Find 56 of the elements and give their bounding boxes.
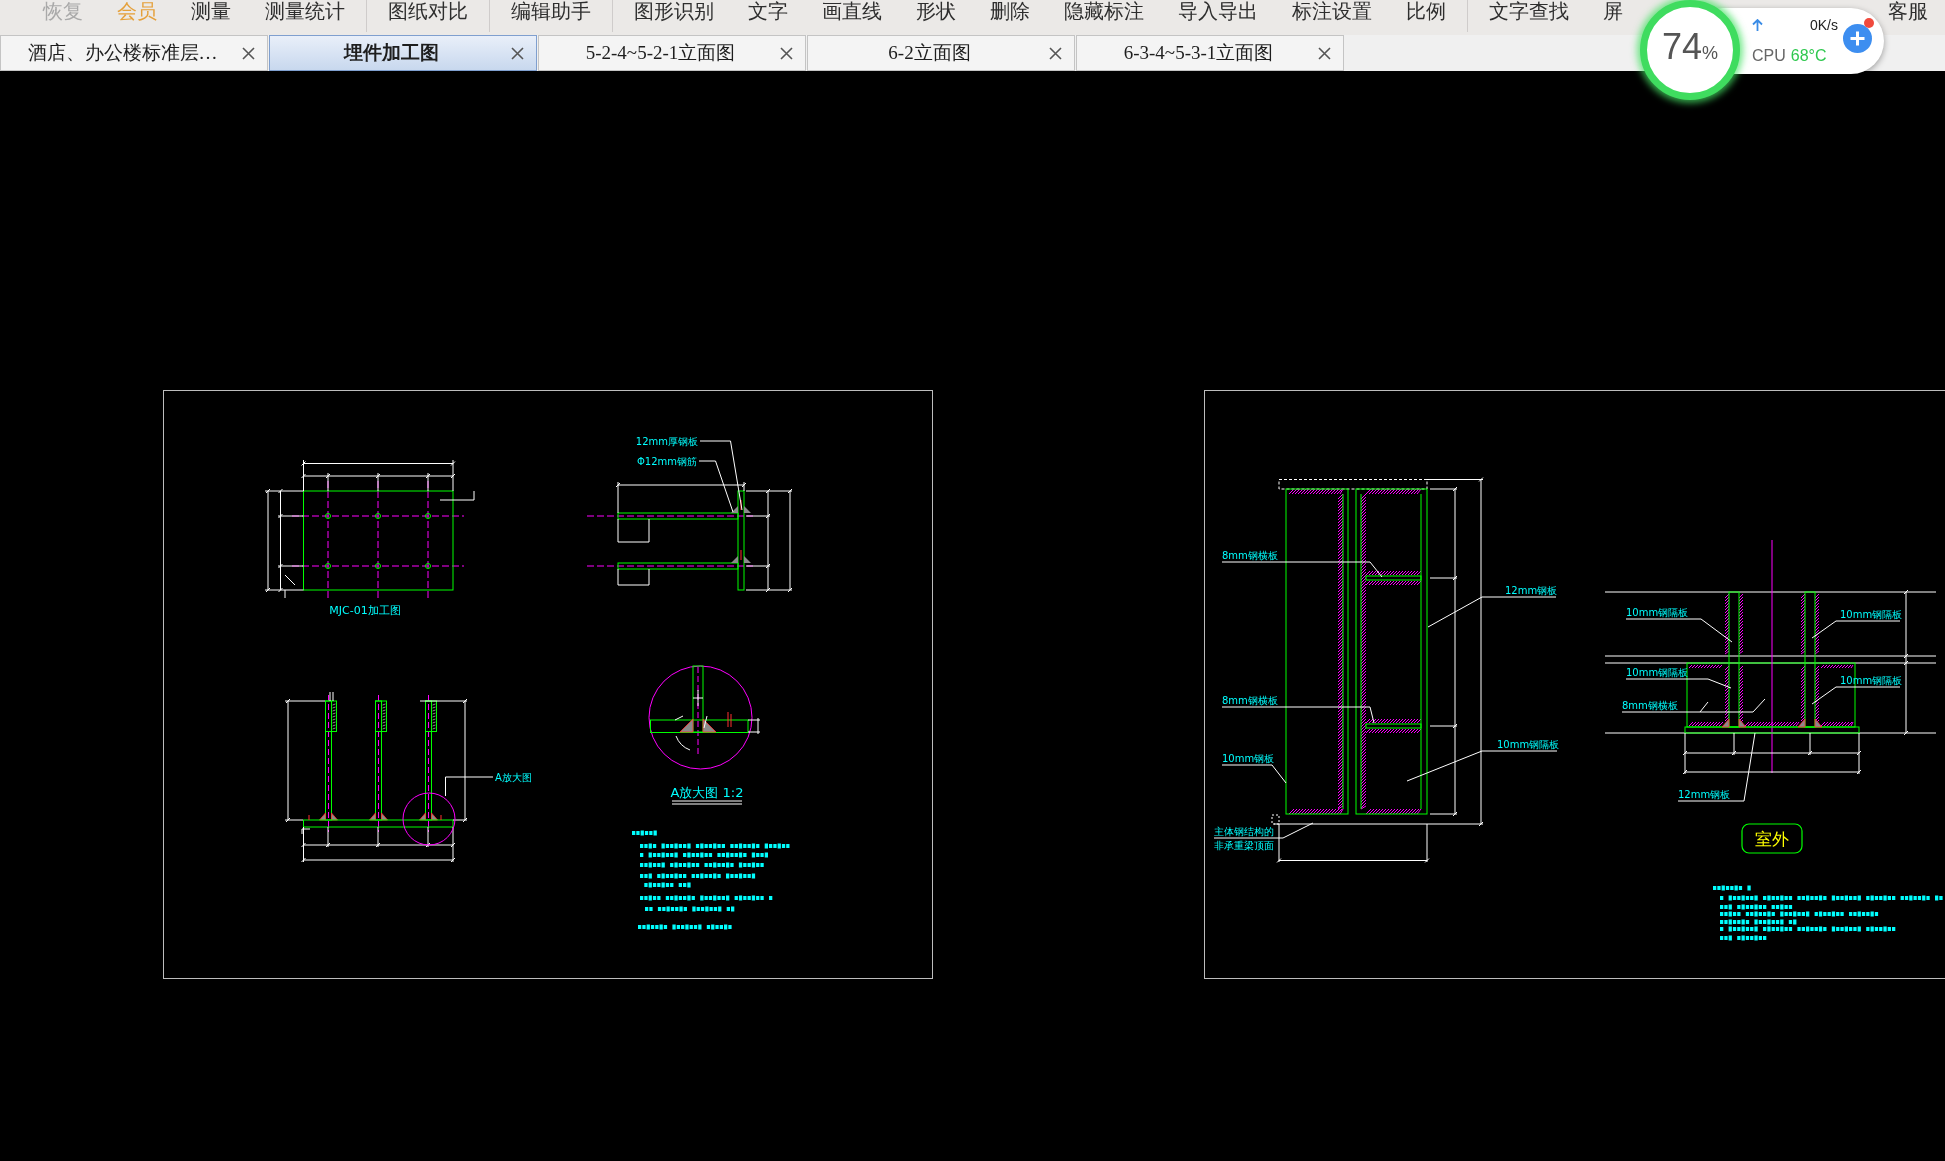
outdoor-label: 室外 bbox=[1755, 829, 1789, 849]
menu-item[interactable]: 文字 bbox=[748, 0, 788, 22]
close-icon[interactable] bbox=[1318, 46, 1331, 60]
menu-item[interactable]: 画直线 bbox=[822, 0, 882, 22]
callout-label: 12mm钢板 bbox=[1678, 789, 1731, 800]
callout-label: 10mm钢隔板 bbox=[1840, 675, 1903, 686]
leader-line bbox=[699, 440, 743, 511]
callout-label: A放大图 bbox=[495, 772, 532, 783]
document-tab[interactable]: 酒店、办公楼标准层… bbox=[0, 35, 268, 71]
menu-item[interactable]: 形状 bbox=[916, 0, 956, 22]
menu-item[interactable]: 编辑助手 bbox=[511, 0, 591, 22]
document-tab[interactable]: 6-2立面图 bbox=[807, 35, 1075, 71]
label-frame bbox=[1741, 823, 1803, 854]
callout-label: 12mm厚钢板 bbox=[635, 436, 698, 447]
menu-item[interactable]: 测量统计 bbox=[265, 0, 345, 22]
menu-item[interactable]: 测量 bbox=[191, 0, 231, 22]
drawing-title: A放大图 1:2 bbox=[670, 785, 744, 800]
menu-item[interactable]: 屏 bbox=[1603, 0, 1623, 22]
menu-item[interactable]: 标注设置 bbox=[1292, 0, 1372, 22]
close-icon[interactable] bbox=[511, 46, 524, 60]
leader-line bbox=[1221, 764, 1287, 784]
detail-circle-marker bbox=[402, 792, 456, 846]
menu-item[interactable]: 文字查找 bbox=[1489, 0, 1569, 22]
menu-item[interactable]: 比例 bbox=[1406, 0, 1446, 22]
leader-line bbox=[698, 460, 734, 513]
menu-item[interactable]: 隐藏标注 bbox=[1064, 0, 1144, 22]
cpu-temperature: 68°C bbox=[1790, 47, 1827, 65]
menu-item[interactable]: 导入导出 bbox=[1178, 0, 1258, 22]
menu-item[interactable]: 图纸对比 bbox=[388, 0, 468, 22]
close-icon[interactable] bbox=[242, 46, 255, 60]
leader-line bbox=[445, 776, 494, 797]
document-tab[interactable]: 5-2-4~5-2-1立面图 bbox=[538, 35, 806, 71]
callout-label: 10mm钢隔板 bbox=[1497, 739, 1560, 750]
cpu-label: CPU bbox=[1752, 47, 1786, 65]
menu-item[interactable]: 图形识别 bbox=[634, 0, 714, 22]
callout-label: 10mm钢板 bbox=[1222, 753, 1275, 764]
callout-label: 12mm钢板 bbox=[1505, 585, 1558, 596]
callout-label: 主体钢结构的 非承重梁顶面 bbox=[1214, 826, 1274, 851]
close-icon[interactable] bbox=[780, 46, 793, 60]
usage-percent: 74% bbox=[1661, 27, 1719, 69]
callout-label: 8mm钢横板 bbox=[1222, 550, 1278, 561]
upload-arrow-icon bbox=[1752, 19, 1763, 31]
document-tab[interactable]: 埋件加工图 bbox=[269, 35, 537, 71]
drawing-title: MJC-01加工图 bbox=[329, 604, 401, 617]
callout-label: 10mm钢隔板 bbox=[1840, 609, 1903, 620]
callout-label: 10mm钢隔板 bbox=[1626, 607, 1689, 618]
callout-label: 8mm钢横板 bbox=[1222, 695, 1278, 706]
menu-item[interactable]: 客服 bbox=[1888, 0, 1928, 22]
network-speed: 0K/s bbox=[1810, 17, 1838, 33]
document-tab[interactable]: 6-3-4~5-3-1立面图 bbox=[1076, 35, 1344, 71]
plus-circle-icon[interactable] bbox=[1843, 23, 1872, 53]
close-icon[interactable] bbox=[1049, 46, 1062, 60]
callout-label: 8mm钢横板 bbox=[1622, 700, 1678, 711]
callout-label: 10mm钢隔板 bbox=[1626, 667, 1689, 678]
callout-label: Φ12mm钢筋 bbox=[636, 456, 697, 467]
menu-item[interactable]: 删除 bbox=[990, 0, 1030, 22]
